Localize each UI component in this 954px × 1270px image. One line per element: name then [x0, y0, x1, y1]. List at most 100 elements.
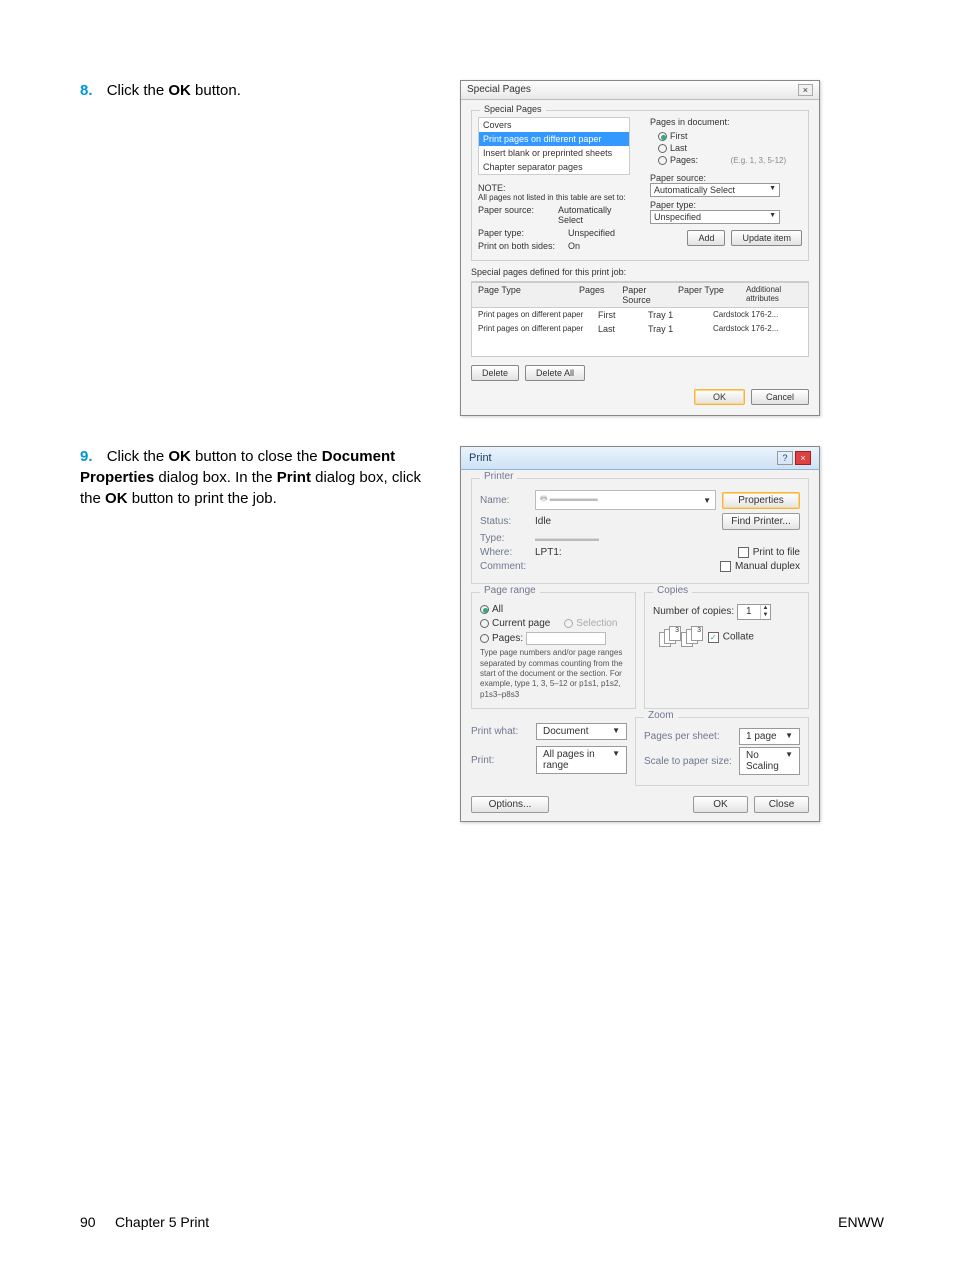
- cell: Cardstock 176-2...: [707, 308, 787, 322]
- printer-icon: 🖶 ▬▬▬▬▬▬: [540, 493, 598, 507]
- pps-val: 1 page: [746, 731, 777, 742]
- s9p4: dialog box. In the: [154, 469, 277, 486]
- collate-label: Collate: [723, 632, 754, 643]
- collate-preview-icon: 1 2 3 1 2 3: [659, 626, 699, 648]
- lbl-paper-source: Paper source:: [478, 205, 558, 225]
- val-type: ▬▬▬▬▬▬▬▬: [535, 534, 800, 543]
- lbl-type: Type:: [480, 533, 535, 544]
- lbl-sps: Scale to paper size:: [644, 756, 739, 767]
- chevron-down-icon: ▼: [703, 496, 711, 505]
- dialog-title: Special Pages: [467, 84, 531, 96]
- print-what-dropdown[interactable]: Document▼: [536, 723, 627, 740]
- lbl-status: Status:: [480, 516, 535, 527]
- lbl-where: Where:: [480, 547, 535, 558]
- list-item-diff-paper[interactable]: Print pages on different paper: [479, 132, 629, 146]
- page-footer: 90 Chapter 5 Print ENWW: [80, 1214, 884, 1230]
- radio-current-label: Current page: [492, 618, 550, 629]
- radio-last-label: Last: [670, 143, 687, 153]
- radio-selection[interactable]: [564, 619, 573, 628]
- radio-last[interactable]: [658, 144, 667, 153]
- print-dropdown[interactable]: All pages in range▼: [536, 746, 627, 774]
- dd-pt-val: Unspecified: [654, 212, 701, 222]
- cancel-button[interactable]: Cancel: [751, 389, 809, 405]
- chevron-down-icon: ▼: [612, 726, 620, 737]
- cell: Print pages on different paper: [472, 308, 592, 322]
- spinner-down-icon[interactable]: ▼: [761, 612, 771, 619]
- pages-hint: Type page numbers and/or page ranges sep…: [480, 648, 627, 700]
- copies-spinner[interactable]: 1 ▲▼: [737, 604, 772, 620]
- chevron-down-icon: ▼: [612, 749, 620, 771]
- close-button[interactable]: Close: [754, 796, 809, 813]
- add-button[interactable]: Add: [687, 230, 725, 246]
- update-item-button[interactable]: Update item: [731, 230, 802, 246]
- lbl-print-both: Print on both sides:: [478, 241, 568, 251]
- val-print-both: On: [568, 241, 580, 251]
- collate-checkbox[interactable]: ✓: [708, 632, 719, 643]
- pages-input[interactable]: [526, 632, 606, 645]
- printer-name-dropdown[interactable]: 🖶 ▬▬▬▬▬▬ ▼: [535, 490, 716, 510]
- radio-current[interactable]: [480, 619, 489, 628]
- pps-dropdown[interactable]: 1 page▼: [739, 728, 800, 745]
- sps-val: No Scaling: [746, 750, 785, 772]
- copies-value: 1: [738, 605, 760, 619]
- val-paper-type: Unspecified: [568, 228, 615, 238]
- properties-button[interactable]: Properties: [722, 492, 800, 509]
- close-icon[interactable]: ×: [795, 451, 811, 465]
- dropdown-paper-source[interactable]: Automatically Select▼: [650, 183, 780, 197]
- step-8-number: 8.: [80, 82, 93, 99]
- dialog-title-bar: Print ? ×: [461, 447, 819, 470]
- lbl-right-ps: Paper source:: [650, 173, 802, 183]
- s9p2: button to close the: [191, 448, 322, 465]
- hdr-page-type: Page Type: [472, 283, 573, 307]
- list-item-covers[interactable]: Covers: [479, 118, 629, 132]
- step-8-suffix: button.: [191, 82, 241, 99]
- val-where: LPT1:: [535, 547, 738, 558]
- help-icon[interactable]: ?: [777, 451, 793, 465]
- s9p8: button to print the job.: [128, 490, 277, 507]
- manual-duplex-label: Manual duplex: [735, 561, 800, 572]
- s9p1: OK: [168, 448, 191, 465]
- list-item-chapter[interactable]: Chapter separator pages: [479, 160, 629, 174]
- cell: Last: [592, 322, 642, 336]
- dd-ps-val: Automatically Select: [654, 185, 735, 195]
- cell: First: [592, 308, 642, 322]
- radio-first-label: First: [670, 131, 688, 141]
- ok-button[interactable]: OK: [693, 796, 748, 813]
- table-row[interactable]: Print pages on different paper Last Tray…: [472, 322, 808, 336]
- delete-all-button[interactable]: Delete All: [525, 365, 585, 381]
- close-icon[interactable]: ×: [798, 84, 813, 96]
- cell: Cardstock 176-2...: [707, 322, 787, 336]
- step-8-ok: OK: [168, 82, 191, 99]
- note-text: All pages not listed in this table are s…: [478, 193, 630, 202]
- radio-pages[interactable]: [658, 156, 667, 165]
- sps-dropdown[interactable]: No Scaling▼: [739, 747, 800, 775]
- radio-first[interactable]: [658, 132, 667, 141]
- pages-example: (E.g. 1, 3, 5-12): [731, 156, 787, 165]
- list-item-blank[interactable]: Insert blank or preprinted sheets: [479, 146, 629, 160]
- find-printer-button[interactable]: Find Printer...: [722, 513, 800, 530]
- delete-button[interactable]: Delete: [471, 365, 519, 381]
- dropdown-paper-type[interactable]: Unspecified▼: [650, 210, 780, 224]
- table-row[interactable]: Print pages on different paper First Tra…: [472, 308, 808, 322]
- s9p5: Print: [277, 469, 311, 486]
- s9p7: OK: [105, 490, 128, 507]
- lbl-paper-type: Paper type:: [478, 228, 568, 238]
- lbl-pages-in-doc: Pages in document:: [650, 117, 802, 127]
- spinner-up-icon[interactable]: ▲: [761, 605, 771, 612]
- printer-section-title: Printer: [480, 471, 517, 482]
- radio-all[interactable]: [480, 605, 489, 614]
- options-button[interactable]: Options...: [471, 796, 549, 813]
- manual-duplex-checkbox[interactable]: [720, 561, 731, 572]
- radio-pages-range[interactable]: [480, 634, 489, 643]
- print-to-file-checkbox[interactable]: [738, 547, 749, 558]
- hdr-attributes: Additional attributes: [740, 283, 808, 307]
- step-9-text: 9. Click the OK button to close the Docu…: [80, 446, 440, 822]
- ok-button[interactable]: OK: [694, 389, 745, 405]
- val-status: Idle: [535, 516, 722, 527]
- dialog-title-bar: Special Pages ×: [461, 81, 819, 100]
- radio-pages-label: Pages:: [670, 155, 698, 165]
- step-8-text: 8. Click the OK button.: [80, 80, 440, 416]
- note-title: NOTE:: [478, 183, 630, 193]
- lbl-name: Name:: [480, 495, 535, 506]
- table-header: Page Type Pages Paper Source Paper Type …: [472, 282, 808, 308]
